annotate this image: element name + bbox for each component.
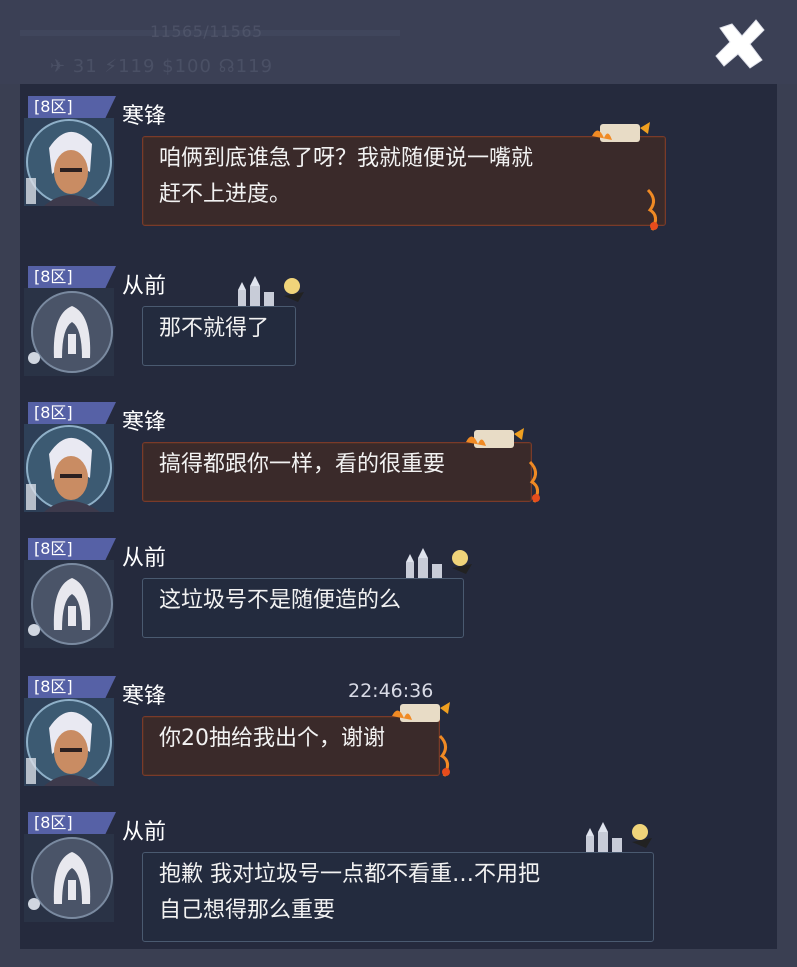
fire-scroll-decoration-icon: [392, 702, 450, 722]
hooded-figure-avatar-icon[interactable]: [24, 834, 114, 922]
message-bubble[interactable]: 抱歉 我对垃圾号一点都不看重…不用把 自己想得那么重要: [142, 852, 654, 942]
top-status-bar: 11565/11565 ✈ 31 ⚡119 $100 ☊119: [0, 0, 797, 84]
sender-name[interactable]: 从前: [122, 814, 166, 846]
message-bubble[interactable]: 那不就得了: [142, 306, 296, 366]
stats-text: ✈ 31 ⚡119 $100 ☊119: [50, 56, 274, 77]
server-tag: [8区]: [28, 96, 116, 118]
close-x-icon: [715, 19, 765, 69]
castle-decoration-icon: [586, 822, 652, 852]
message-line: 那不就得了: [159, 316, 270, 341]
message-line: 抱歉 我对垃圾号一点都不看重…不用把: [159, 862, 540, 887]
white-haired-warrior-avatar-icon[interactable]: [24, 698, 114, 786]
message-line: 搞得都跟你一样，看的很重要: [159, 452, 446, 477]
fire-scroll-decoration-icon: [466, 428, 524, 448]
chat-panel[interactable]: [8区] 寒锋 咱俩到底谁急了呀？我就随便说一嘴就 赶不上进度。 [8区] 从前: [20, 84, 777, 949]
message-line: 这垃圾号不是随便造的么: [159, 588, 402, 613]
hooded-figure-avatar-icon[interactable]: [24, 288, 114, 376]
server-tag: [8区]: [28, 812, 116, 834]
hp-text: 11565/11565: [150, 22, 263, 41]
fire-decoration-icon: [438, 734, 450, 777]
castle-decoration-icon: [406, 548, 472, 578]
message-bubble[interactable]: 这垃圾号不是随便造的么: [142, 578, 464, 638]
sender-name[interactable]: 寒锋: [122, 98, 166, 130]
sender-name[interactable]: 从前: [122, 268, 166, 300]
server-tag: [8区]: [28, 266, 116, 288]
server-tag: [8区]: [28, 538, 116, 560]
message-line: 你20抽给我出个，谢谢: [159, 726, 385, 751]
message-bubble[interactable]: 咱俩到底谁急了呀？我就随便说一嘴就 赶不上进度。: [142, 136, 666, 226]
white-haired-warrior-avatar-icon[interactable]: [24, 424, 114, 512]
fire-scroll-decoration-icon: [592, 122, 650, 142]
castle-decoration-icon: [238, 276, 304, 306]
message-line: 咱俩到底谁急了呀？我就随便说一嘴就: [159, 146, 534, 171]
sender-name[interactable]: 从前: [122, 540, 166, 572]
fire-decoration-icon: [646, 188, 658, 231]
server-tag: [8区]: [28, 676, 116, 698]
sender-name[interactable]: 寒锋: [122, 404, 166, 436]
hooded-figure-avatar-icon[interactable]: [24, 560, 114, 648]
close-button[interactable]: [712, 16, 768, 72]
server-tag: [8区]: [28, 402, 116, 424]
fire-decoration-icon: [528, 460, 540, 503]
sender-name[interactable]: 寒锋: [122, 678, 166, 710]
white-haired-warrior-avatar-icon[interactable]: [24, 118, 114, 206]
message-line: 自己想得那么重要: [159, 898, 336, 923]
message-line: 赶不上进度。: [159, 182, 292, 207]
